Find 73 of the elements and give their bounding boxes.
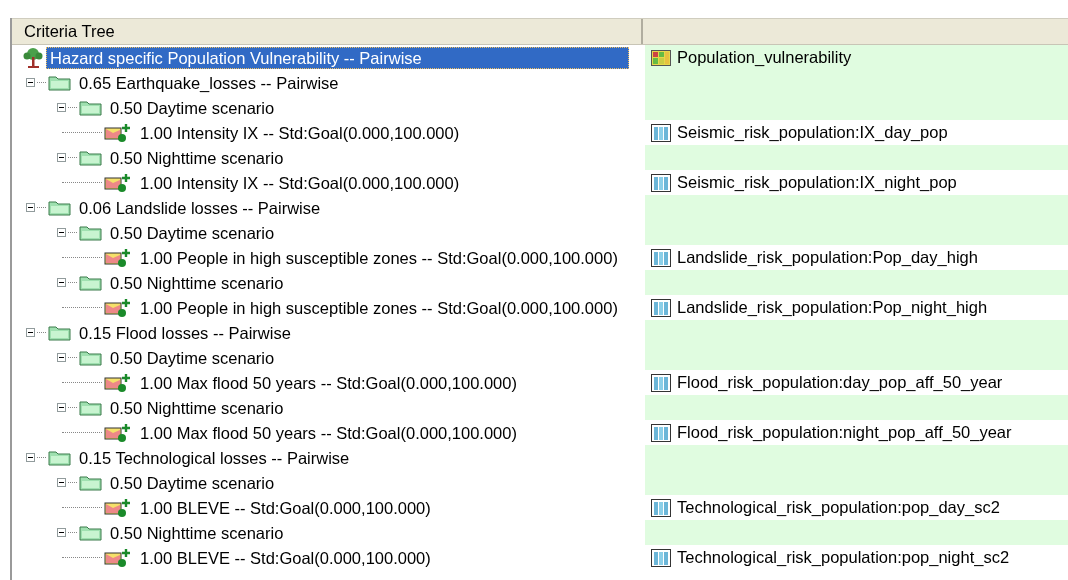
folder-icon <box>79 474 102 491</box>
tree-node-label[interactable]: 1.00 BLEVE -- Std:Goal(0.000,100.000) <box>137 547 434 568</box>
map-layer-plus-icon <box>104 497 132 518</box>
collapse-toggle[interactable] <box>26 203 35 212</box>
table-icon <box>651 298 671 317</box>
tree-node-label[interactable]: 0.06 Landslide losses -- Pairwise <box>76 197 324 218</box>
collapse-toggle[interactable] <box>57 528 66 537</box>
layer-name: Technological_risk_population:pop_day_sc2 <box>677 498 1000 517</box>
tree-node-label[interactable]: 1.00 Intensity IX -- Std:Goal(0.000,100.000) <box>137 172 463 193</box>
raster-grid-icon <box>651 49 671 66</box>
tree-node-label[interactable]: 0.50 Nighttime scenario <box>107 272 287 293</box>
layer-name: Technological_risk_population:pop_night_sc2 <box>677 548 1010 567</box>
tree-node-label[interactable]: 1.00 Intensity IX -- Std:Goal(0.000,100.000) <box>137 122 463 143</box>
folder-icon <box>48 449 71 466</box>
folder-icon <box>79 224 102 241</box>
layer-name: Seismic_risk_population:IX_day_pop <box>677 123 948 142</box>
layer-name: Flood_risk_population:night_pop_aff_50_year <box>677 423 1012 442</box>
folder-icon <box>79 524 102 541</box>
tree-icon <box>22 46 44 69</box>
folder-icon <box>48 199 71 216</box>
collapse-toggle[interactable] <box>57 278 66 287</box>
map-layer-plus-icon <box>104 372 132 393</box>
table-icon <box>651 123 671 142</box>
folder-icon <box>79 149 102 166</box>
map-layer-plus-icon <box>104 297 132 318</box>
layer-name: Landslide_risk_population:Pop_day_high <box>677 248 978 267</box>
collapse-toggle[interactable] <box>57 353 66 362</box>
folder-icon <box>79 99 102 116</box>
tree-node-label[interactable]: 0.50 Daytime scenario <box>107 222 278 243</box>
layer-name: Seismic_risk_population:IX_night_pop <box>677 173 957 192</box>
collapse-toggle[interactable] <box>57 228 66 237</box>
tree-node-label[interactable]: 0.50 Daytime scenario <box>107 472 278 493</box>
tree-node-label[interactable]: 1.00 Max flood 50 years -- Std:Goal(0.000,100.000) <box>137 422 520 443</box>
folder-icon <box>79 399 102 416</box>
folder-icon <box>79 274 102 291</box>
map-layer-plus-icon <box>104 247 132 268</box>
collapse-toggle[interactable] <box>26 453 35 462</box>
tree-node-label[interactable]: 0.15 Flood losses -- Pairwise <box>76 322 294 343</box>
tree-node-label[interactable]: 0.50 Daytime scenario <box>107 347 278 368</box>
tree-node-label[interactable]: 1.00 People in high susceptible zones -- Std:Goal(0.000,100.000) <box>137 297 621 318</box>
map-layer-plus-icon <box>104 172 132 193</box>
map-layer-plus-icon <box>104 122 132 143</box>
tree-node-label[interactable]: 1.00 BLEVE -- Std:Goal(0.000,100.000) <box>137 497 434 518</box>
map-layer-plus-icon <box>104 422 132 443</box>
table-icon <box>651 173 671 192</box>
tree-node-label[interactable]: 0.50 Nighttime scenario <box>107 147 287 168</box>
table-icon <box>651 248 671 267</box>
layer-name: Landslide_risk_population:Pop_night_high <box>677 298 988 317</box>
tree-node-label[interactable]: 0.15 Technological losses -- Pairwise <box>76 447 353 468</box>
tree-node-label[interactable]: 1.00 Max flood 50 years -- Std:Goal(0.000,100.000) <box>137 372 520 393</box>
table-icon <box>651 423 671 442</box>
folder-icon <box>48 74 71 91</box>
tree-node-label[interactable]: 0.50 Nighttime scenario <box>107 397 287 418</box>
tree-node-label[interactable]: 0.50 Daytime scenario <box>107 97 278 118</box>
collapse-toggle[interactable] <box>57 403 66 412</box>
collapse-toggle[interactable] <box>57 153 66 162</box>
layer-name: Flood_risk_population:day_pop_aff_50_year <box>677 373 1003 392</box>
column-header[interactable]: Criteria Tree <box>12 19 643 44</box>
map-layer-plus-icon <box>104 547 132 568</box>
collapse-toggle[interactable] <box>26 328 35 337</box>
tree-node-label[interactable]: 0.50 Nighttime scenario <box>107 522 287 543</box>
table-icon <box>651 498 671 517</box>
collapse-toggle[interactable] <box>57 103 66 112</box>
table-icon <box>651 548 671 567</box>
tree-node-label[interactable]: 0.65 Earthquake_losses -- Pairwise <box>76 72 342 93</box>
folder-icon <box>79 349 102 366</box>
collapse-toggle[interactable] <box>26 78 35 87</box>
table-icon <box>651 373 671 392</box>
tree-node-label[interactable]: Hazard specific Population Vulnerability -- Pairwise <box>46 46 629 69</box>
tree-node-label[interactable]: 1.00 People in high susceptible zones -- Std:Goal(0.000,100.000) <box>137 247 621 268</box>
layer-name: Population_vulnerability <box>677 48 852 67</box>
collapse-toggle[interactable] <box>57 478 66 487</box>
folder-icon <box>48 324 71 341</box>
